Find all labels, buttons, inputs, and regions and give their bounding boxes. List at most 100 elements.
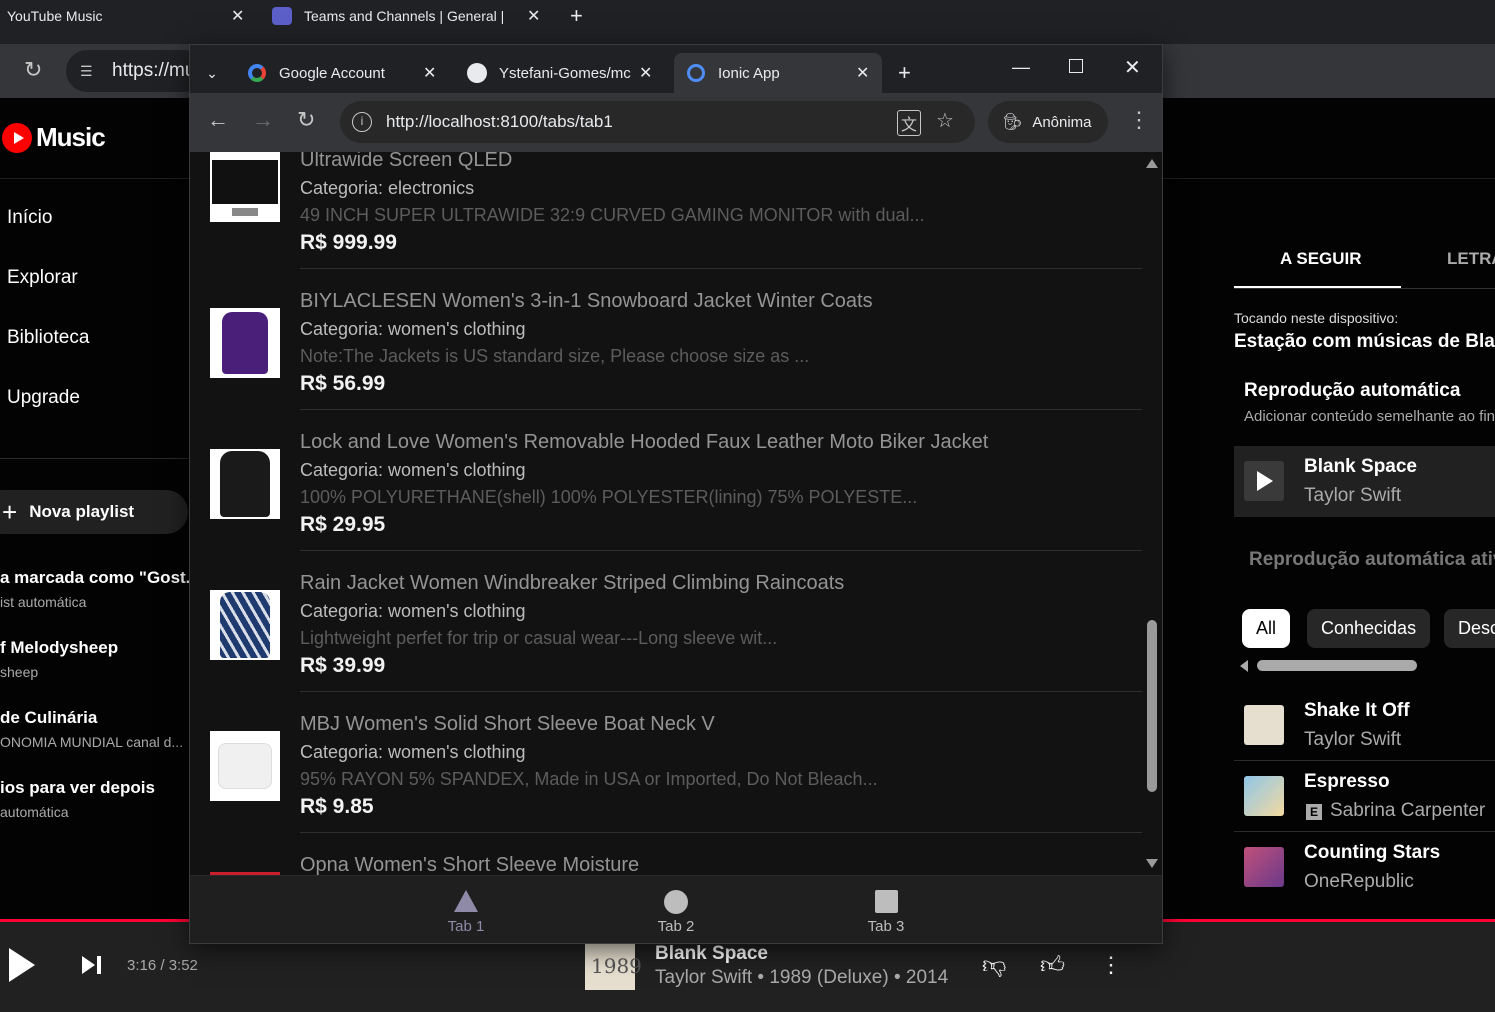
maximize-icon[interactable]	[1069, 59, 1083, 73]
play-button[interactable]	[9, 948, 35, 982]
tab-github[interactable]: Ystefani-Gomes/mc ✕	[455, 53, 665, 93]
teams-icon	[272, 7, 292, 25]
queue-item[interactable]: Espresso Sabrina Carpenter E	[1234, 761, 1495, 832]
player-title[interactable]: Blank Space	[655, 943, 768, 965]
playlist-title[interactable]: de Culinária	[0, 708, 97, 728]
new-tab-button[interactable]: +	[898, 53, 911, 93]
tab-up-next[interactable]: A SEGUIR	[1280, 249, 1362, 269]
close-icon[interactable]: ✕	[231, 6, 244, 26]
song-title: Counting Stars	[1304, 842, 1441, 863]
back-icon[interactable]: ←	[207, 107, 229, 133]
product-price: R$ 9.85	[300, 795, 374, 818]
tab-ionic-app[interactable]: Ionic App ✕	[674, 53, 882, 93]
playlist-subtitle: ONOMIA MUNDIAL canal d...	[0, 734, 184, 750]
scroll-down-icon[interactable]	[1146, 859, 1158, 868]
like-icon[interactable]: 👍︎	[1040, 952, 1065, 980]
tab-3-button[interactable]: Tab 3	[826, 876, 946, 943]
song-title: Espresso	[1304, 771, 1390, 792]
explicit-icon: E	[1306, 804, 1322, 820]
scroll-up-icon[interactable]	[1146, 159, 1158, 168]
chips-scrollbar[interactable]	[1257, 660, 1417, 671]
product-price: R$ 29.95	[300, 513, 386, 536]
product-item[interactable]: Rain Jacket Women Windbreaker Striped Cl…	[190, 559, 1142, 700]
song-artist: Sabrina Carpenter	[1330, 800, 1486, 821]
song-title: Shake It Off	[1304, 700, 1410, 721]
player-subtitle[interactable]: Taylor Swift • 1989 (Deluxe) • 2014	[655, 967, 948, 989]
more-options-icon[interactable]: ⋮	[1100, 952, 1122, 978]
close-icon[interactable]: ✕	[639, 63, 652, 83]
product-item[interactable]: Opna Women's Short Sleeve Moisture	[190, 841, 1142, 875]
nav-biblioteca[interactable]: Biblioteca	[7, 327, 89, 349]
scrollbar[interactable]	[1142, 152, 1162, 875]
album-art-text: 1989	[591, 954, 642, 978]
playlist-title[interactable]: f Melodysheep	[0, 638, 118, 658]
site-settings-icon[interactable]: ☰	[80, 63, 98, 80]
product-description: 49 INCH SUPER ULTRAWIDE 32:9 CURVED GAMI…	[300, 205, 925, 225]
menu-icon[interactable]: ⋮	[1128, 107, 1150, 133]
product-description: 100% POLYURETHANE(shell) 100% POLYESTER(…	[300, 487, 918, 507]
close-icon[interactable]: ✕	[527, 6, 540, 26]
product-name: BIYLACLESEN Women's 3-in-1 Snowboard Jac…	[300, 290, 873, 312]
tab-label: Teams and Channels | General |	[304, 8, 505, 24]
site-info-icon[interactable]: i	[352, 112, 372, 132]
incognito-indicator[interactable]: 🕵︎ Anônima	[988, 101, 1108, 143]
new-playlist-button[interactable]: + Nova playlist	[0, 490, 188, 534]
background-omnibox[interactable]: ☰ https://mu	[66, 50, 206, 92]
chip-label: Conhecidas	[1321, 618, 1417, 638]
address-bar[interactable]: i http://localhost:8100/tabs/tab1 文 ☆	[340, 101, 975, 143]
playlist-subtitle: automática	[0, 804, 69, 820]
tab-label: Ystefani-Gomes/mc	[499, 64, 631, 82]
chip-all[interactable]: All	[1242, 609, 1291, 648]
tab-lyrics[interactable]: LETRA	[1447, 249, 1495, 269]
autoplay-on-label: Reprodução automática ativ	[1249, 549, 1495, 570]
active-tab-indicator	[1234, 286, 1401, 288]
tab-search-button[interactable]: ⌄	[198, 53, 226, 93]
product-item[interactable]: Lock and Love Women's Removable Hooded F…	[190, 418, 1142, 559]
scrollbar-thumb[interactable]	[1147, 620, 1157, 792]
tab-label: Google Account	[279, 64, 385, 82]
nav-inicio[interactable]: Início	[7, 207, 52, 229]
tab-2-button[interactable]: Tab 2	[616, 876, 736, 943]
nav-upgrade[interactable]: Upgrade	[7, 387, 80, 409]
dislike-icon[interactable]: 👎︎	[982, 952, 1006, 980]
close-icon[interactable]: ✕	[856, 63, 869, 83]
product-name: Opna Women's Short Sleeve Moisture	[300, 854, 640, 875]
queue-item[interactable]: Counting Stars OneRepublic	[1234, 832, 1495, 903]
close-window-icon[interactable]: ✕	[1124, 55, 1141, 80]
playlist-title[interactable]: ios para ver depois	[0, 778, 155, 798]
tab-google-account[interactable]: Google Account ✕	[235, 53, 445, 93]
url-text: http://localhost:8100/tabs/tab1	[386, 112, 613, 131]
item-divider	[300, 691, 1142, 692]
product-name: MBJ Women's Solid Short Sleeve Boat Neck…	[300, 713, 715, 735]
album-thumbnail[interactable]: 1989	[585, 942, 642, 990]
current-song-row[interactable]: Blank Space Taylor Swift	[1234, 446, 1495, 517]
chip-descobrir[interactable]: Desc	[1444, 609, 1495, 648]
product-name: Lock and Love Women's Removable Hooded F…	[300, 431, 989, 453]
reload-icon[interactable]: ↻	[297, 107, 315, 133]
nav-explorar[interactable]: Explorar	[7, 267, 78, 289]
chip-conhecidas[interactable]: Conhecidas	[1307, 609, 1431, 648]
song-title: Blank Space	[1304, 456, 1417, 477]
minimize-icon[interactable]: —	[1012, 57, 1030, 78]
new-tab-button[interactable]: +	[570, 0, 583, 32]
item-divider	[300, 268, 1142, 269]
product-item[interactable]: BIYLACLESEN Women's 3-in-1 Snowboard Jac…	[190, 277, 1142, 418]
next-icon[interactable]	[82, 956, 95, 974]
product-item[interactable]: MBJ Women's Solid Short Sleeve Boat Neck…	[190, 700, 1142, 841]
product-category: Categoria: women's clothing	[300, 601, 526, 621]
bookmark-star-icon[interactable]: ☆	[936, 108, 954, 133]
ytmusic-logo[interactable]: Music	[2, 122, 106, 153]
scroll-left-icon[interactable]	[1240, 660, 1248, 672]
tab-youtube-music[interactable]: YouTube Music ✕	[7, 0, 257, 32]
tab-teams[interactable]: Teams and Channels | General | ✕	[272, 0, 552, 32]
playlist-title[interactable]: a marcada como "Gost...	[0, 568, 200, 588]
translate-icon[interactable]: 文	[897, 110, 922, 136]
reload-icon[interactable]: ↻	[24, 57, 42, 83]
close-icon[interactable]: ✕	[423, 63, 436, 83]
ionic-content[interactable]: Ultrawide Screen QLED Categoria: electro…	[190, 152, 1162, 875]
forward-icon[interactable]: →	[252, 107, 274, 133]
queue-item[interactable]: Shake It Off Taylor Swift	[1234, 690, 1495, 761]
tab-1-button[interactable]: Tab 1	[406, 876, 526, 943]
product-item[interactable]: Ultrawide Screen QLED Categoria: electro…	[190, 152, 1142, 277]
background-tabstrip: YouTube Music ✕ Teams and Channels | Gen…	[0, 0, 1495, 44]
